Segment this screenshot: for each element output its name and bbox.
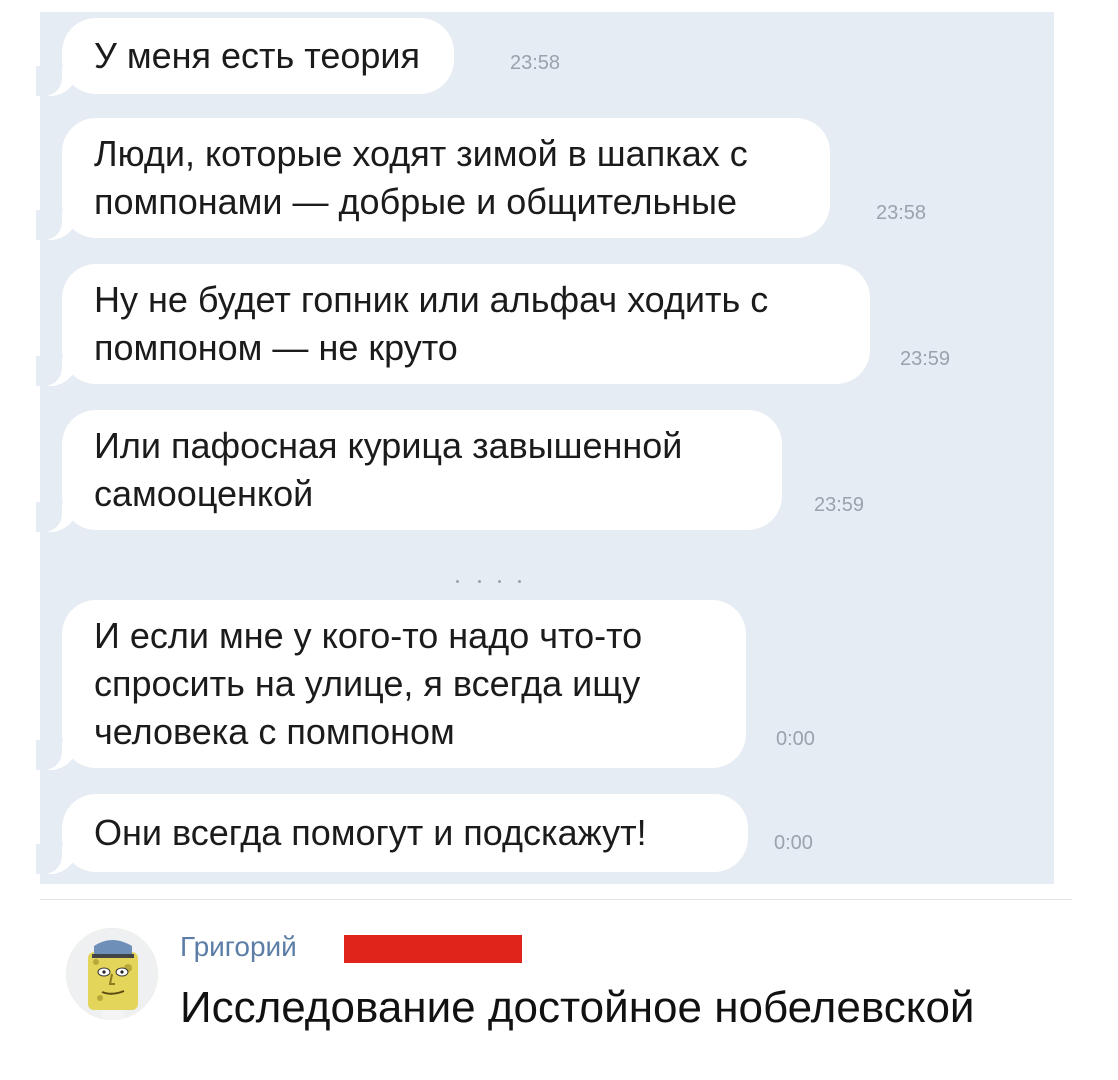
message-bubble: У меня есть теория [36,18,454,96]
message-line: У меня есть теория [94,35,421,76]
avatar[interactable] [66,928,158,1020]
message-line: Ну не будет гопник или альфач ходить с [94,279,769,320]
scroll-dots [456,580,526,584]
message-bubble: Люди, которые ходят зимой в шапках с пом… [36,118,830,240]
message-time: 23:58 [876,202,927,224]
message-line: самооценкой [94,473,314,514]
redaction-bar [344,935,522,963]
message-time: 0:00 [774,832,813,854]
message-text: И если мне у кого-то надо что-то спросит… [94,612,642,756]
message-time: 23:59 [900,348,951,370]
message-line: человека с помпоном [94,711,455,752]
message-line: Или пафосная курица завышенной [94,425,683,466]
message-text: Они всегда помогут и подскажут! [94,809,647,857]
message-line: Люди, которые ходят зимой в шапках с [94,133,748,174]
message-text: Ну не будет гопник или альфач ходить с п… [94,276,768,372]
comment-text: Исследование достойное нобелевской [180,983,975,1032]
message-line: спросить на улице, я всегда ищу [94,663,641,704]
message-line: Они всегда помогут и подскажут! [94,812,647,853]
comment-author[interactable]: Григорий [180,927,297,967]
message-bubble: Ну не будет гопник или альфач ходить с п… [36,264,870,386]
message-text: У меня есть теория [94,32,420,80]
message-bubble: Или пафосная курица завышенной самооценк… [36,410,782,532]
message-time: 0:00 [776,728,815,750]
divider [40,899,1072,900]
message-bubble: Они всегда помогут и подскажут! [36,794,748,874]
message-line: И если мне у кого-то надо что-то [94,615,643,656]
message-bubble: И если мне у кого-то надо что-то спросит… [36,600,746,770]
message-time: 23:59 [814,494,865,516]
message-line: помпонами — добрые и общительные [94,181,738,222]
message-time: 23:58 [510,52,561,74]
spongebob-avatar-icon [66,928,158,1020]
message-text: Или пафосная курица завышенной самооценк… [94,422,682,518]
message-text: Люди, которые ходят зимой в шапках с пом… [94,130,748,226]
message-line: помпоном — не круто [94,327,458,368]
chat-screenshot: У меня есть теория 23:58 Люди, которые х… [36,12,1054,884]
